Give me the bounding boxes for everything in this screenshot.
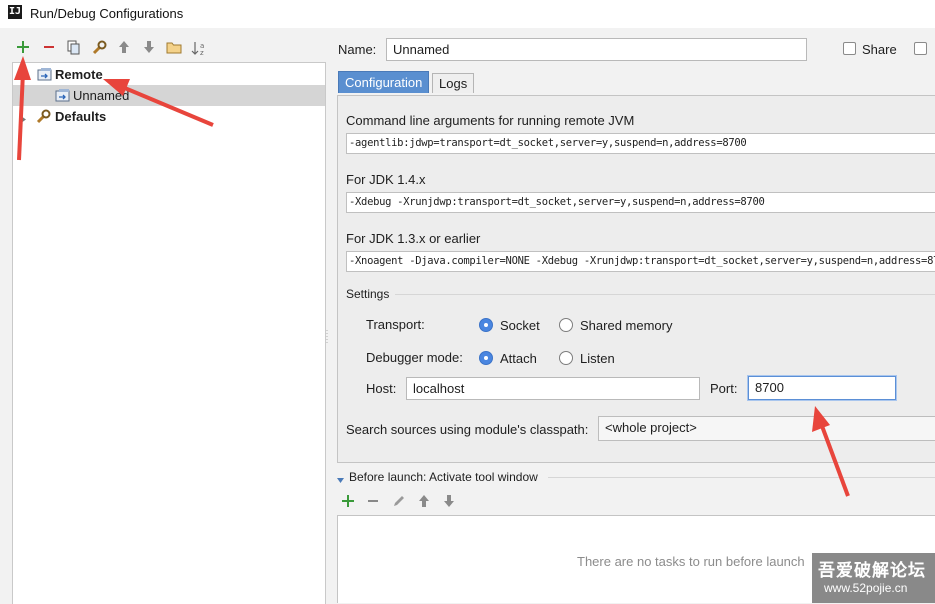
tab-logs[interactable]: Logs	[432, 73, 475, 93]
add-icon[interactable]	[14, 40, 32, 58]
tree-item-defaults[interactable]: Defaults	[13, 106, 325, 127]
before-launch-heading[interactable]: Before launch: Activate tool window	[349, 470, 538, 484]
name-label: Name:	[338, 42, 377, 57]
title-bar: IJ Run/Debug Configurations	[0, 0, 935, 28]
transport-shared-memory-radio[interactable]	[559, 318, 573, 332]
tree-item-remote[interactable]: Remote	[13, 64, 325, 85]
name-input[interactable]: Unnamed	[386, 38, 807, 61]
extra-checkbox[interactable]	[914, 42, 927, 55]
move-up-icon[interactable]	[418, 494, 430, 511]
move-down-icon[interactable]	[443, 494, 455, 511]
debugger-mode-label: Debugger mode:	[366, 350, 463, 365]
jdk13-args-field[interactable]: -Xnoagent -Djava.compiler=NONE -Xdebug -…	[346, 251, 935, 272]
folder-icon[interactable]	[165, 40, 183, 58]
tree-item-label: Defaults	[55, 109, 107, 124]
jdk14-args-field[interactable]: -Xdebug -Xrunjdwp:transport=dt_socket,se…	[346, 192, 935, 213]
add-icon[interactable]	[341, 494, 355, 511]
move-up-icon[interactable]	[115, 40, 133, 58]
transport-shared-memory-label[interactable]: Shared memory	[580, 318, 672, 333]
sort-icon[interactable]: az	[190, 40, 208, 58]
tree-item-label: Unnamed	[73, 88, 130, 103]
port-label: Port:	[710, 381, 738, 396]
settings-divider	[395, 294, 935, 295]
share-checkbox[interactable]	[843, 42, 856, 55]
classpath-dropdown[interactable]: <whole project>	[598, 416, 935, 441]
debugger-listen-radio[interactable]	[559, 351, 573, 365]
settings-heading: Settings	[346, 287, 390, 301]
tree-item-label: Remote	[55, 67, 103, 82]
chevron-down-icon[interactable]	[19, 70, 28, 85]
edit-icon[interactable]	[392, 494, 406, 511]
configuration-panel: Command line arguments for running remot…	[337, 95, 935, 463]
jdk13-label: For JDK 1.3.x or earlier	[346, 231, 481, 246]
empty-tasks-text: There are no tasks to run before launch	[577, 554, 805, 569]
jdk14-label: For JDK 1.4.x	[346, 172, 426, 187]
before-launch-divider	[548, 477, 935, 478]
transport-socket-label[interactable]: Socket	[500, 318, 540, 333]
intellij-app-icon: IJ	[8, 5, 22, 19]
debugger-listen-label[interactable]: Listen	[580, 351, 615, 366]
debugger-attach-label[interactable]: Attach	[500, 351, 537, 366]
remote-config-icon	[37, 67, 53, 85]
configuration-tree[interactable]: Remote Unnamed Defaults	[12, 62, 326, 604]
watermark-line1: 吾爱破解论坛	[818, 561, 926, 581]
classpath-label: Search sources using module's classpath:	[346, 422, 589, 437]
remote-config-icon	[55, 88, 71, 106]
tree-item-unnamed[interactable]: Unnamed	[13, 85, 325, 106]
watermark-line2: www.52pojie.cn	[824, 581, 908, 595]
chevron-right-icon[interactable]	[19, 112, 28, 127]
remove-icon[interactable]	[40, 40, 58, 58]
transport-label: Transport:	[366, 317, 425, 332]
debugger-attach-radio[interactable]	[479, 351, 493, 365]
cmd-label: Command line arguments for running remot…	[346, 113, 635, 128]
wrench-icon	[35, 108, 52, 128]
port-input[interactable]: 8700	[748, 376, 896, 400]
copy-icon[interactable]	[65, 40, 83, 58]
host-input[interactable]: localhost	[406, 377, 700, 400]
splitter-handle[interactable]	[326, 330, 329, 344]
wrench-icon[interactable]	[90, 40, 108, 58]
chevron-down-icon[interactable]	[337, 473, 345, 488]
site-watermark: 吾爱破解论坛 www.52pojie.cn	[812, 553, 935, 603]
host-label: Host:	[366, 381, 397, 396]
share-label[interactable]: Share	[862, 42, 897, 57]
remove-icon[interactable]	[366, 494, 380, 511]
transport-socket-radio[interactable]	[479, 318, 493, 332]
window-title: Run/Debug Configurations	[30, 6, 184, 21]
move-down-icon[interactable]	[140, 40, 158, 58]
tab-configuration[interactable]: Configuration	[338, 71, 430, 93]
cmd-args-field[interactable]: -agentlib:jdwp=transport=dt_socket,serve…	[346, 133, 935, 154]
svg-text:z: z	[200, 49, 204, 56]
